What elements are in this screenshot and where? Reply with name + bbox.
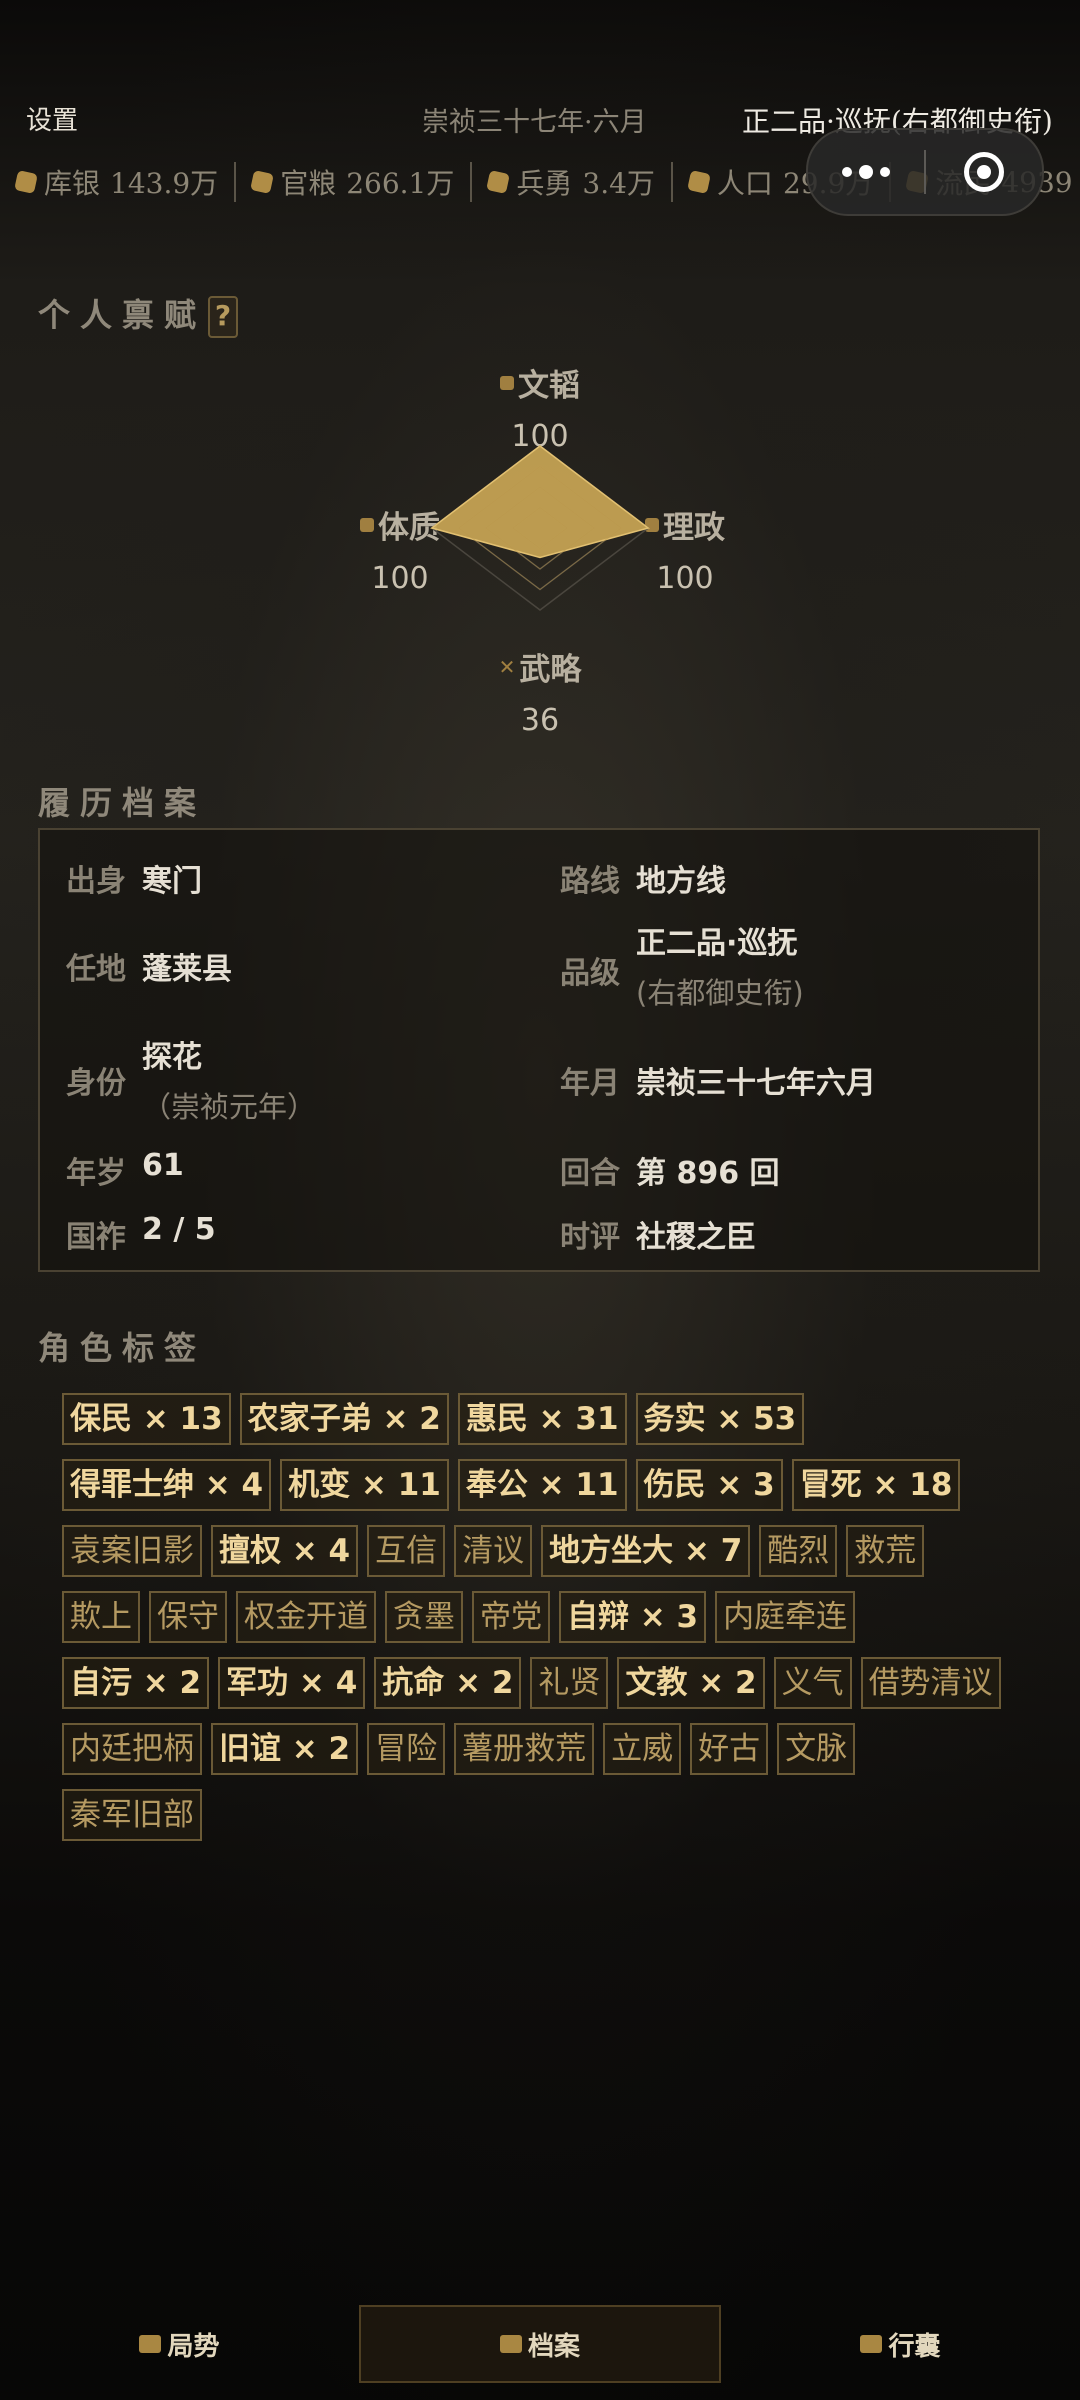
role-tag[interactable]: 得罪士绅 × 4 [62,1459,272,1511]
role-tag[interactable]: 农家子弟 × 2 [239,1393,449,1445]
record-dynasty-fate: 国祚 2 / 5 [66,1212,216,1256]
role-tag[interactable]: 惠民 × 31 [457,1393,627,1445]
role-tag[interactable]: 礼贤 [530,1657,609,1709]
role-tag[interactable]: 权金开道 [236,1591,376,1643]
bag-icon [860,2335,883,2353]
record-panel: 出身 寒门 路线 地方线 任地 蓬莱县 品级 正二品·巡抚 (右都御史衔) 身份… [38,828,1040,1272]
radar-value-area [430,445,650,559]
record-route: 路线 地方线 [560,856,726,900]
record-turn: 回合 第 896 回 [560,1148,780,1192]
record-age: 年岁 61 [66,1148,184,1192]
record-value: 寒门 [142,864,202,899]
record-key: 时评 [560,1220,620,1255]
role-tag[interactable]: 好古 [690,1723,769,1775]
role-tag[interactable]: 奉公 × 11 [457,1459,627,1511]
record-key: 国祚 [66,1220,126,1255]
tags-section-title: 角色标签 [38,1329,207,1367]
role-tag[interactable]: 立威 [603,1723,682,1775]
role-tag[interactable]: 内庭牵连 [715,1591,856,1643]
role-tag[interactable]: 欺上 [62,1591,140,1643]
record-value: 2 / 5 [142,1212,216,1247]
role-tag[interactable]: 军功 × 4 [218,1657,366,1709]
role-tag[interactable]: 自辩 × 3 [559,1591,707,1643]
role-tag[interactable]: 薯册救荒 [454,1723,595,1775]
role-tag[interactable]: 冒险 [367,1723,446,1775]
nav-tab-situation[interactable]: 局势 [0,2305,359,2383]
record-reputation: 时评 社稷之臣 [560,1212,756,1256]
role-tag[interactable]: 抗命 × 2 [374,1657,522,1709]
nav-tab-label: 局势 [167,2331,220,2362]
record-key: 出身 [66,864,126,899]
archive-icon [499,2335,522,2353]
role-tag[interactable]: 文教 × 2 [617,1657,765,1709]
record-origin: 出身 寒门 [66,856,202,900]
record-value: 崇祯三十七年六月 [636,1066,876,1101]
nav-tab-label: 行囊 [888,2331,941,2362]
bottom-navigation: 局势 档案 行囊 [0,2305,1080,2383]
role-tag[interactable]: 擅权 × 4 [211,1525,359,1577]
role-tag[interactable]: 秦军旧部 [62,1789,202,1841]
role-tag[interactable]: 保守 [149,1591,227,1643]
record-value: 社稷之臣 [636,1220,756,1255]
role-tag[interactable]: 自污 × 2 [62,1657,210,1709]
record-post: 任地 蓬莱县 [66,944,232,988]
record-subvalue: (右都御史衔) [636,976,804,1010]
situation-icon [139,2335,162,2353]
nav-tab-bag[interactable]: 行囊 [721,2305,1080,2383]
role-tag[interactable]: 袁案旧影 [62,1525,202,1577]
record-key: 品级 [560,956,620,991]
role-tag[interactable]: 伤民 × 3 [635,1459,783,1511]
role-tag[interactable]: 文脉 [777,1723,856,1775]
record-key: 年月 [560,1066,620,1101]
role-tag[interactable]: 借势清议 [860,1657,1001,1709]
record-key: 回合 [560,1156,620,1191]
record-subvalue: （崇祯元年） [142,1090,317,1124]
record-section-title: 履历档案 [38,784,207,822]
role-tag[interactable]: 内廷把柄 [62,1723,202,1775]
role-tag[interactable]: 旧谊 × 2 [211,1723,359,1775]
role-tag[interactable]: 酷烈 [759,1525,838,1577]
record-value: 地方线 [636,864,726,899]
record-date: 年月 崇祯三十七年六月 [560,1058,876,1102]
role-tag[interactable]: 互信 [367,1525,446,1577]
record-value: 第 896 回 [636,1156,780,1191]
role-tag[interactable]: 保民 × 13 [62,1393,231,1445]
nav-tab-archive[interactable]: 档案 [359,2305,721,2383]
role-tag[interactable]: 机变 × 11 [280,1459,449,1511]
talent-radar-chart [430,445,650,611]
role-tag[interactable]: 贪墨 [385,1591,463,1643]
tag-list: 保民 × 13 农家子弟 × 2 惠民 × 31 务实 × 53 得罪士绅 × 4 机变 … [62,1393,1002,1841]
record-identity: 身份 探花 （崇祯元年） [66,1040,317,1126]
record-value: 正二品·巡抚 [636,926,798,961]
role-tag[interactable]: 帝党 [472,1591,550,1643]
record-value: 61 [142,1148,184,1183]
record-value: 蓬莱县 [142,952,232,987]
record-grade: 品级 正二品·巡抚 (右都御史衔) [560,926,804,1012]
role-tag[interactable]: 清议 [454,1525,533,1577]
record-key: 年岁 [66,1156,126,1191]
record-key: 路线 [560,864,620,899]
role-tag[interactable]: 务实 × 53 [635,1393,805,1445]
role-tag[interactable]: 义气 [773,1657,852,1709]
role-tag[interactable]: 冒死 × 18 [791,1459,961,1511]
record-value: 探花 [142,1040,202,1075]
record-key: 任地 [66,952,126,987]
role-tag[interactable]: 救荒 [846,1525,925,1577]
nav-tab-label: 档案 [527,2331,580,2362]
record-key: 身份 [66,1066,126,1101]
role-tag[interactable]: 地方坐大 × 7 [541,1525,751,1577]
